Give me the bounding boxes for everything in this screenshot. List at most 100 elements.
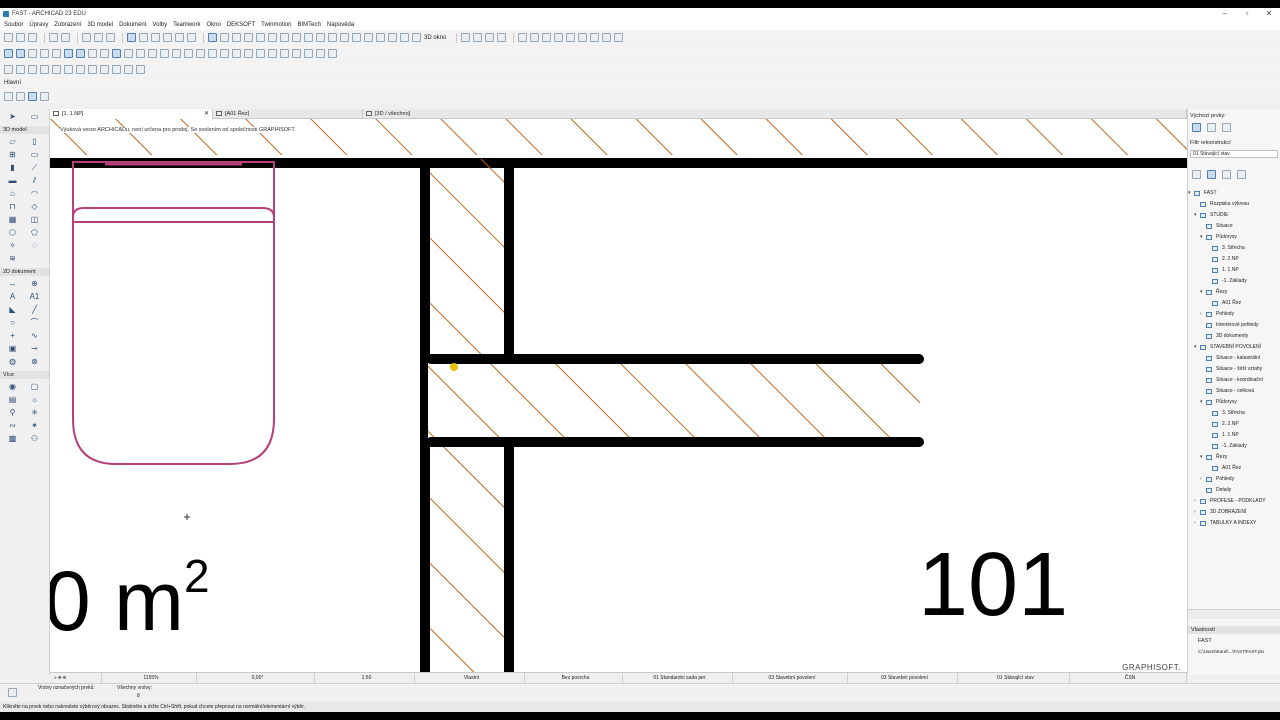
change-tool-icon[interactable]: ▢ (29, 382, 40, 392)
layer-icon[interactable] (4, 91, 13, 101)
zoom-field[interactable]: 1155% (102, 672, 197, 684)
distribute-button[interactable] (376, 33, 385, 42)
tree-item[interactable]: Situace (1188, 221, 1280, 232)
radial-tool-icon[interactable]: ✳ (29, 408, 40, 418)
ungroup-icon[interactable] (64, 65, 73, 74)
mesh-tool-icon[interactable]: ◇ (29, 202, 40, 212)
tree-expand-icon[interactable]: ▾ (1200, 287, 1203, 298)
window-icon[interactable] (76, 49, 85, 58)
align-button[interactable] (364, 33, 373, 42)
pen-set-field[interactable]: Vlastní (415, 672, 525, 684)
layers-icon[interactable] (1192, 123, 1201, 132)
elevation-button[interactable] (473, 33, 483, 42)
magic-wand-button[interactable] (175, 33, 184, 42)
tree-expand-icon[interactable]: › (1200, 309, 1202, 320)
figure-icon[interactable] (304, 49, 313, 58)
shell-icon[interactable] (148, 49, 157, 58)
renovation-filter-select[interactable]: 01 Stávající stav (1190, 150, 1278, 158)
hotspot-icon[interactable] (292, 49, 301, 58)
morph-tool-icon[interactable]: ⬡ (7, 228, 18, 238)
maximize-button[interactable]: ▫ (1236, 8, 1258, 20)
spline-tool-icon[interactable]: ∿ (29, 331, 40, 341)
menu-3d-model[interactable]: 3D model (87, 22, 113, 28)
close-tab-icon[interactable]: ✕ (204, 109, 209, 119)
panel-icon[interactable] (1222, 123, 1231, 132)
elevate-button[interactable] (328, 33, 337, 42)
detail-tool-icon[interactable]: ⊗ (29, 357, 40, 367)
section-tool-icon[interactable]: ⊸ (29, 344, 40, 354)
printer-icon[interactable] (1207, 123, 1216, 132)
stair-icon[interactable] (88, 49, 97, 58)
arrow-tool-icon[interactable]: ➤ (7, 112, 18, 122)
tree-item[interactable]: › Pohledy (1188, 309, 1280, 320)
tree-item[interactable]: › PROFESE - PODKLADY (1188, 496, 1280, 507)
tree-item[interactable]: Rozpiska výkresu (1188, 199, 1280, 210)
model-view-button[interactable] (220, 33, 229, 42)
tree-expand-icon[interactable]: ▾ (1200, 397, 1203, 408)
connect-icon[interactable] (136, 65, 145, 74)
roof-tool-icon[interactable]: ⌂ (7, 189, 18, 199)
section-2d-document[interactable]: 2D dokument (0, 268, 49, 276)
camera-icon[interactable] (590, 33, 600, 42)
change-icon[interactable] (328, 49, 337, 58)
tab-a01-rez[interactable]: [A01 Řez] (213, 109, 363, 119)
explore-button[interactable] (530, 33, 540, 42)
spline-icon[interactable] (280, 49, 289, 58)
redo-button[interactable] (61, 33, 70, 42)
drag-button[interactable] (292, 33, 301, 42)
railing-tool-icon[interactable]: ⊓ (7, 202, 18, 212)
tree-item[interactable]: › TABULKY A INDEXY (1188, 518, 1280, 529)
menu-bimtech[interactable]: BIMTech (298, 22, 321, 28)
sun-tool-icon[interactable]: ☼ (29, 395, 40, 405)
zone-icon[interactable] (112, 49, 121, 58)
tree-item[interactable]: Situace - širší vztahy (1188, 364, 1280, 375)
shell-tool-icon[interactable]: ◠ (29, 189, 40, 199)
dimension-icon[interactable] (196, 49, 205, 58)
section-3d-model[interactable]: 3D model (0, 126, 49, 134)
tab-1np[interactable]: [1. 1.NP] ✕ (50, 109, 213, 119)
fill-tool-icon[interactable]: ◣ (7, 305, 18, 315)
navigation-controls[interactable]: ⌕ ⊕ ⊖ (50, 672, 102, 684)
hatch-button[interactable] (388, 33, 397, 42)
surface-override-field[interactable]: Bez povrchu (525, 672, 623, 684)
renovation-field[interactable]: 01 Stávající stav (958, 672, 1070, 684)
tree-item[interactable]: 1. 1.NP (1188, 430, 1280, 441)
beam-icon[interactable] (40, 49, 49, 58)
dimension-tool-icon[interactable]: ↔ (7, 279, 18, 289)
tree-item[interactable]: ▾ STAVEBNÍ POVOLENÍ (1188, 342, 1280, 353)
tree-expand-icon[interactable]: ▾ (1200, 232, 1203, 243)
fill-icon[interactable] (232, 49, 241, 58)
send-backward-icon[interactable] (112, 65, 121, 74)
tree-expand-icon[interactable]: › (1194, 518, 1196, 529)
line-tool-icon[interactable]: ╱ (29, 305, 40, 315)
camera-tool-icon[interactable]: ⚲ (7, 408, 18, 418)
zone-tool-icon[interactable]: ⬠ (29, 228, 40, 238)
dimension-standard-field[interactable]: ČSN (1070, 672, 1187, 684)
skylight-tool-icon[interactable]: ◫ (29, 215, 40, 225)
column-icon[interactable] (52, 49, 61, 58)
properties-header[interactable]: Vlastnosti (1188, 626, 1280, 634)
close-window-button[interactable]: ✕ (1258, 8, 1280, 20)
trim-icon[interactable] (4, 65, 13, 74)
slab-icon[interactable] (16, 49, 25, 58)
marquee-tool-icon[interactable]: ▭ (29, 112, 40, 122)
arc-icon[interactable] (256, 49, 265, 58)
worksheet-button[interactable] (497, 33, 507, 42)
figure-tool-icon[interactable]: ▣ (7, 344, 18, 354)
eye-icon[interactable] (8, 688, 17, 697)
tree-expand-icon[interactable]: ▾ (1188, 188, 1191, 199)
tree-item[interactable]: -1. Základy (1188, 441, 1280, 452)
lock-icon[interactable] (76, 65, 85, 74)
tree-item[interactable]: 3. Střecha (1188, 408, 1280, 419)
wall-icon[interactable] (4, 49, 13, 58)
detail-button[interactable] (485, 33, 495, 42)
model-view-set-field[interactable]: 01 Standardní sada per (623, 672, 733, 684)
publisher-icon[interactable] (1237, 170, 1246, 179)
split-button[interactable] (256, 33, 265, 42)
tree-item[interactable]: Interiérové pohledy (1188, 320, 1280, 331)
print-icon[interactable] (614, 33, 624, 42)
polyline-tool-icon[interactable]: ⌒ (29, 318, 40, 328)
tree-item[interactable]: 2. 2.NP (1188, 254, 1280, 265)
tree-item[interactable]: Situace - celková (1188, 386, 1280, 397)
tree-expand-icon[interactable]: ▾ (1194, 342, 1197, 353)
